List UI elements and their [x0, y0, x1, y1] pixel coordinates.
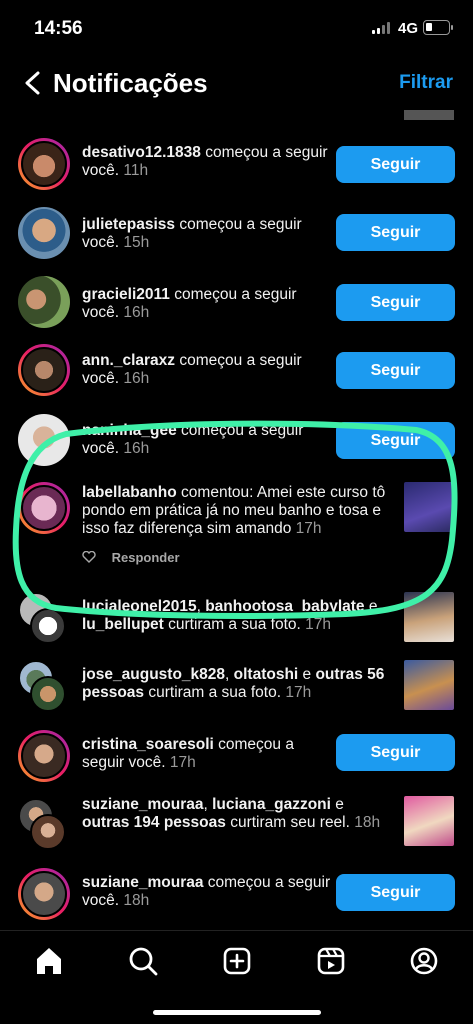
avatar[interactable] — [18, 868, 70, 920]
back-arrow-icon[interactable] — [22, 70, 44, 96]
profile-icon[interactable] — [404, 941, 444, 981]
follow-button[interactable]: Seguir — [336, 284, 455, 321]
network-type: 4G — [398, 20, 419, 37]
username[interactable]: suziane_mouraa — [82, 874, 203, 891]
username[interactable]: julietepasiss — [82, 216, 175, 233]
avatar[interactable] — [18, 207, 70, 259]
notification-row[interactable]: desativo12.1838 começou a seguir você. 1… — [0, 134, 473, 194]
username[interactable]: luciana_gazzoni — [212, 796, 331, 813]
notification-text: gracieli2011 começou a seguir você. 16h — [82, 286, 297, 321]
follow-button[interactable]: Seguir — [336, 214, 455, 251]
avatar[interactable] — [18, 138, 70, 190]
notification-text: ann._claraxz começou a seguir você. 16h — [82, 352, 302, 387]
notification-text: suziane_mouraa, luciana_gazzoni e outras… — [82, 796, 381, 831]
search-icon[interactable] — [123, 941, 163, 981]
home-icon[interactable] — [29, 941, 69, 981]
notification-row[interactable]: gracieli2011 começou a seguir você. 16h … — [0, 272, 473, 332]
username[interactable]: cristina_soaresoli — [82, 736, 214, 753]
create-icon[interactable] — [217, 941, 257, 981]
avatar-group[interactable] — [0, 798, 80, 854]
follow-button[interactable]: Seguir — [336, 734, 455, 771]
notification-row[interactable]: julietepasiss começou a seguir você. 15h… — [0, 202, 473, 262]
avatar — [30, 676, 66, 712]
notification-row[interactable]: suziane_mouraa começou a seguir você. 18… — [0, 866, 473, 926]
page-title: Notificações — [53, 68, 208, 98]
highlight-annotation — [12, 420, 458, 619]
filter-button[interactable]: Filtrar — [399, 72, 453, 94]
status-bar: 14:56 4G — [0, 0, 473, 58]
reels-icon[interactable] — [311, 941, 351, 981]
avatar[interactable] — [18, 276, 70, 328]
battery-icon — [423, 20, 453, 35]
notification-text: suziane_mouraa começou a seguir você. 18… — [82, 874, 331, 909]
username[interactable]: desativo12.1838 — [82, 144, 201, 161]
avatar — [30, 814, 66, 850]
notification-row[interactable]: suziane_mouraa, luciana_gazzoni e outras… — [0, 794, 473, 864]
username[interactable]: ann._claraxz — [82, 352, 175, 369]
avatar[interactable] — [18, 344, 70, 396]
notification-row[interactable]: jose_augusto_k828, oltatoshi e outras 56… — [0, 656, 473, 716]
home-indicator[interactable] — [153, 1010, 321, 1015]
post-thumbnail[interactable] — [404, 660, 454, 710]
follow-button[interactable]: Seguir — [336, 352, 455, 389]
username[interactable]: gracieli2011 — [82, 286, 170, 303]
header: Notificações Filtrar — [0, 58, 473, 110]
username[interactable]: suziane_mouraa — [82, 796, 203, 813]
notification-text: julietepasiss começou a seguir você. 15h — [82, 216, 302, 251]
follow-button[interactable]: Seguir — [336, 874, 455, 911]
cellular-signal-icon — [372, 22, 392, 34]
partial-notification-row — [0, 110, 473, 122]
follow-button[interactable]: Seguir — [336, 146, 455, 183]
username[interactable]: jose_augusto_k828 — [82, 666, 225, 683]
status-time: 14:56 — [34, 18, 83, 39]
username[interactable]: outras 194 pessoas — [82, 814, 226, 831]
username[interactable]: oltatoshi — [234, 666, 299, 683]
notification-text: jose_augusto_k828, oltatoshi e outras 56… — [82, 666, 385, 701]
avatar[interactable] — [18, 730, 70, 782]
notification-text: cristina_soaresoli começou a seguir você… — [82, 736, 294, 771]
reel-thumbnail[interactable] — [404, 796, 454, 846]
notification-text: desativo12.1838 começou a seguir você. 1… — [82, 144, 328, 179]
avatar-group[interactable] — [0, 660, 80, 712]
post-thumbnail — [404, 110, 454, 120]
notification-row[interactable]: ann._claraxz começou a seguir você. 16h … — [0, 340, 473, 400]
notification-row[interactable]: cristina_soaresoli começou a seguir você… — [0, 724, 473, 784]
